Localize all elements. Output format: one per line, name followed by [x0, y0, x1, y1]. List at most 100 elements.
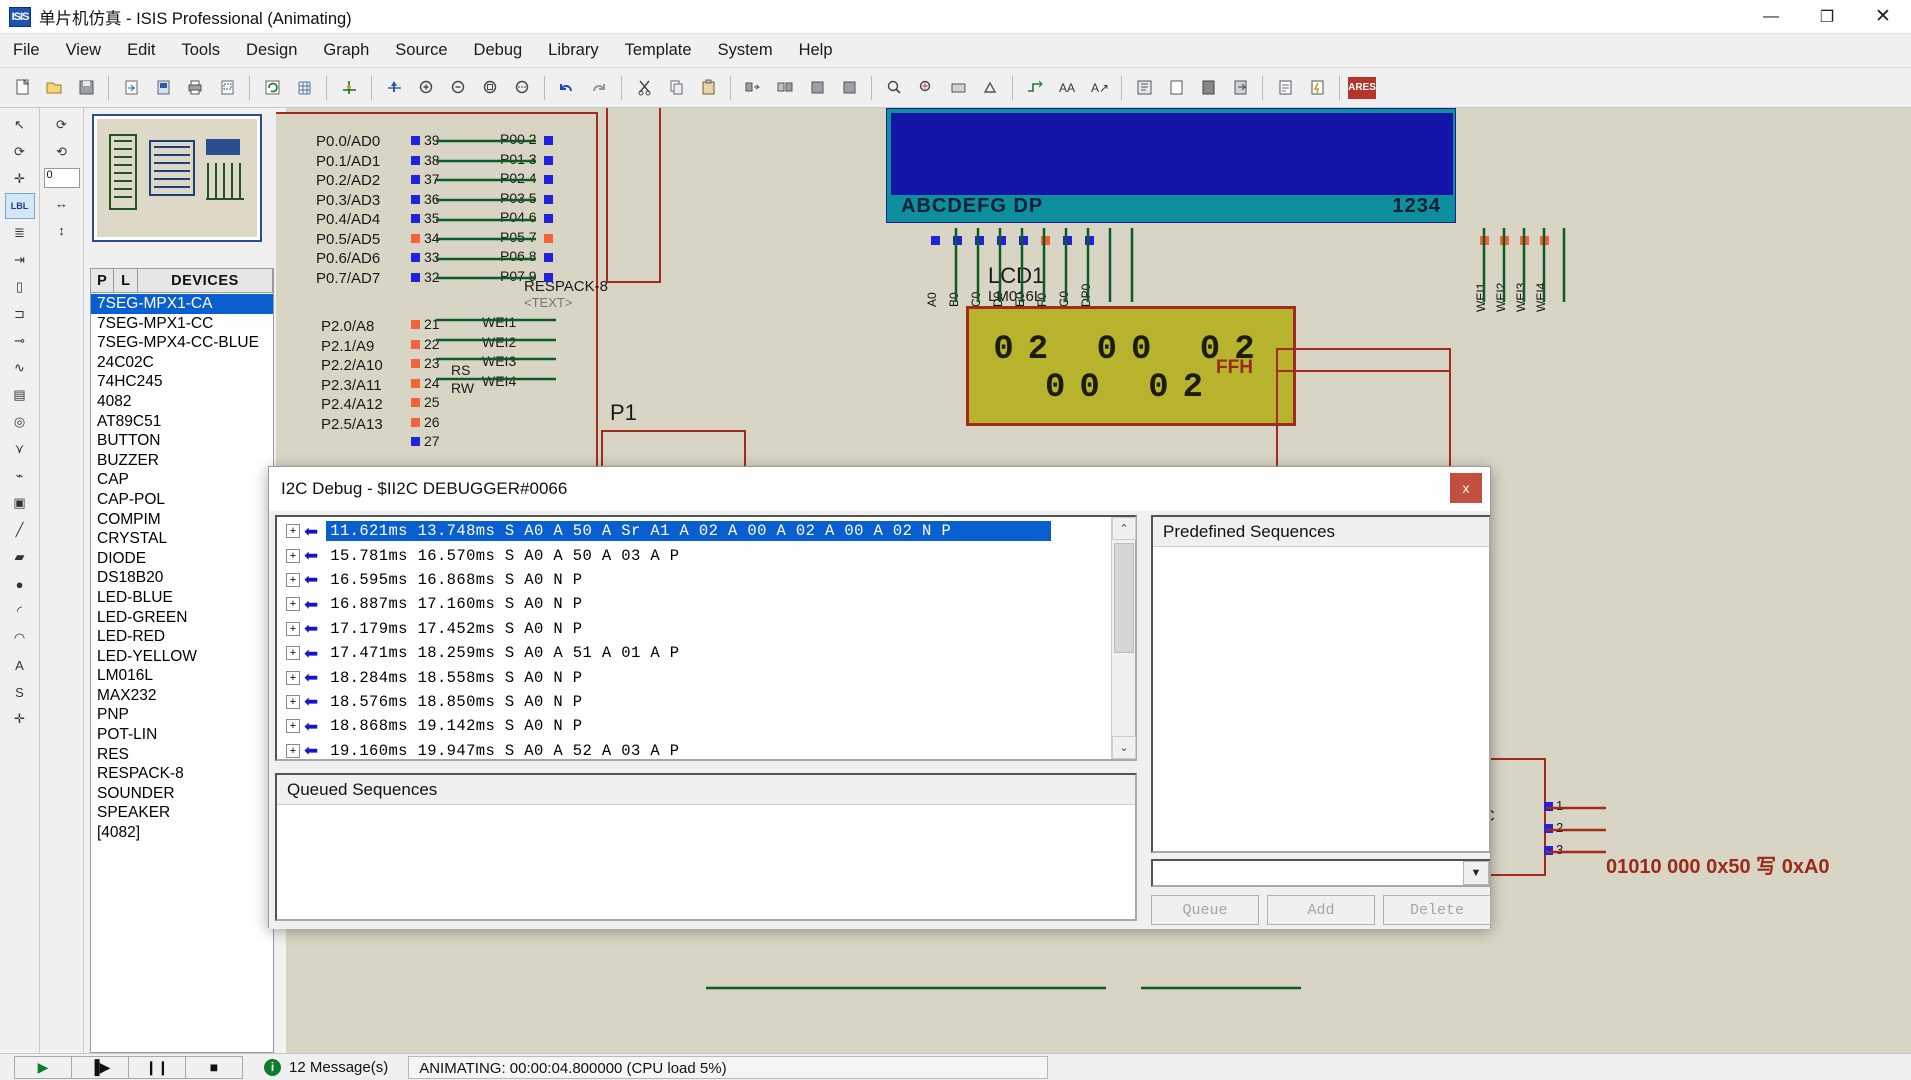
- device-list-item[interactable]: COMPIM: [91, 510, 273, 530]
- i2c-trace-list[interactable]: + ⬅ 11.621ms 13.748ms S A0 A 50 A Sr A1 A …: [277, 519, 1109, 759]
- device-list-item[interactable]: BUZZER: [91, 451, 273, 471]
- close-button[interactable]: ✕: [1855, 0, 1911, 34]
- device-list-item[interactable]: MAX232: [91, 686, 273, 706]
- new-file-icon[interactable]: [7, 73, 37, 103]
- new-sheet-icon[interactable]: [1161, 73, 1191, 103]
- expand-icon[interactable]: +: [286, 524, 300, 539]
- component-mode-icon[interactable]: ⟳: [5, 139, 35, 165]
- step-button[interactable]: ▐▶: [71, 1055, 129, 1079]
- chevron-down-icon[interactable]: ▼: [1463, 861, 1489, 885]
- sequence-combo-box[interactable]: ▼: [1151, 859, 1491, 887]
- stop-button[interactable]: ■: [185, 1055, 243, 1079]
- voltage-probe-icon[interactable]: ⋎: [5, 436, 35, 462]
- messages-indicator[interactable]: i 12 Message(s): [264, 1058, 388, 1076]
- queued-sequences-panel[interactable]: Queued Sequences: [275, 773, 1137, 921]
- expand-icon[interactable]: +: [286, 548, 300, 563]
- save-file-icon[interactable]: [71, 73, 101, 103]
- buses-icon[interactable]: ⇥: [5, 247, 35, 273]
- export-icon[interactable]: [148, 73, 178, 103]
- expand-icon[interactable]: +: [286, 670, 300, 685]
- menu-library[interactable]: Library: [535, 37, 611, 64]
- devices-col-l[interactable]: L: [114, 269, 138, 292]
- selection-mode-icon[interactable]: ↖: [5, 112, 35, 138]
- menu-system[interactable]: System: [705, 37, 786, 64]
- junction-dot-icon[interactable]: ✛: [5, 166, 35, 192]
- dialog-close-button[interactable]: x: [1450, 473, 1482, 503]
- menu-tools[interactable]: Tools: [169, 37, 234, 64]
- menu-help[interactable]: Help: [786, 37, 846, 64]
- zoom-out-icon[interactable]: [443, 73, 473, 103]
- play-button[interactable]: ▶: [14, 1055, 72, 1079]
- i2c-trace-row[interactable]: + ⬅ 18.576ms 18.850ms S A0 N P: [277, 690, 1109, 714]
- block-copy-icon[interactable]: [738, 73, 768, 103]
- trace-vertical-scrollbar[interactable]: ⌃ ⌄: [1111, 517, 1136, 759]
- scroll-down-button[interactable]: ⌄: [1112, 736, 1136, 759]
- paste-icon[interactable]: [693, 73, 723, 103]
- tape-recorder-icon[interactable]: ▤: [5, 382, 35, 408]
- queue-button[interactable]: Queue: [1151, 895, 1259, 925]
- make-device-icon[interactable]: [911, 73, 941, 103]
- device-list-item[interactable]: AT89C51: [91, 412, 273, 432]
- pause-button[interactable]: ❙❙: [128, 1055, 186, 1079]
- device-list-item[interactable]: LED-GREEN: [91, 608, 273, 628]
- zoom-area-icon[interactable]: [475, 73, 505, 103]
- menu-debug[interactable]: Debug: [461, 37, 536, 64]
- redo-icon[interactable]: [584, 73, 614, 103]
- devices-list[interactable]: 7SEG-MPX1-CA 7SEG-MPX1-CC 7SEG-MPX4-CC-BLU…: [91, 293, 273, 1051]
- design-explorer-icon[interactable]: [1129, 73, 1159, 103]
- device-list-item[interactable]: RESPACK-8: [91, 764, 273, 784]
- marker-tool-icon[interactable]: ✛: [5, 706, 35, 732]
- device-list-item[interactable]: RES: [91, 745, 273, 765]
- device-list-item[interactable]: CAP-POL: [91, 490, 273, 510]
- wire-label-icon[interactable]: LBL: [4, 193, 35, 219]
- device-list-item[interactable]: 7SEG-MPX1-CC: [91, 314, 273, 334]
- graph-icon[interactable]: ∿: [5, 355, 35, 381]
- expand-icon[interactable]: +: [286, 646, 300, 661]
- copy-icon[interactable]: [661, 73, 691, 103]
- maximize-button[interactable]: ❐: [1799, 0, 1855, 34]
- open-file-icon[interactable]: [39, 73, 69, 103]
- add-button[interactable]: Add: [1267, 895, 1375, 925]
- device-list-item[interactable]: DS18B20: [91, 568, 273, 588]
- device-list-item[interactable]: BUTTON: [91, 431, 273, 451]
- device-list-item[interactable]: LED-YELLOW: [91, 647, 273, 667]
- i2c-trace-row[interactable]: + ⬅ 18.284ms 18.558ms S A0 N P: [277, 665, 1109, 689]
- pick-device-icon[interactable]: [879, 73, 909, 103]
- origin-icon[interactable]: [334, 73, 364, 103]
- menu-graph[interactable]: Graph: [310, 37, 382, 64]
- delete-button[interactable]: Delete: [1383, 895, 1491, 925]
- device-list-item[interactable]: LED-RED: [91, 627, 273, 647]
- circle-tool-icon[interactable]: ●: [5, 571, 35, 597]
- i2c-trace-panel[interactable]: + ⬅ 11.621ms 13.748ms S A0 A 50 A Sr A1 A …: [275, 515, 1137, 761]
- property-assign-icon[interactable]: A↗: [1084, 73, 1114, 103]
- zoom-all-icon[interactable]: [507, 73, 537, 103]
- devices-col-p[interactable]: P: [91, 269, 114, 292]
- device-list-item[interactable]: SPEAKER: [91, 803, 273, 823]
- block-move-icon[interactable]: [770, 73, 800, 103]
- search-tag-icon[interactable]: AA: [1052, 73, 1082, 103]
- device-list-item[interactable]: DIODE: [91, 549, 273, 569]
- device-list-item[interactable]: 74HC245: [91, 372, 273, 392]
- device-pins-icon[interactable]: ⊸: [5, 328, 35, 354]
- exit-sheet-icon[interactable]: [1225, 73, 1255, 103]
- device-list-item[interactable]: 4082: [91, 392, 273, 412]
- device-list-item[interactable]: CAP: [91, 470, 273, 490]
- remove-sheet-icon[interactable]: [1193, 73, 1223, 103]
- wire-autorouter-icon[interactable]: [1020, 73, 1050, 103]
- i2c-trace-row[interactable]: + ⬅ 11.621ms 13.748ms S A0 A 50 A Sr A1 A …: [277, 519, 1109, 543]
- device-list-item[interactable]: POT-LIN: [91, 725, 273, 745]
- device-list-item[interactable]: [4082]: [91, 823, 273, 843]
- devices-col-title[interactable]: DEVICES: [138, 269, 273, 292]
- i2c-trace-row[interactable]: + ⬅ 17.471ms 18.259ms S A0 A 51 A 01 A P: [277, 641, 1109, 665]
- menu-edit[interactable]: Edit: [114, 37, 168, 64]
- i2c-trace-row[interactable]: + ⬅ 16.595ms 16.868ms S A0 N P: [277, 568, 1109, 592]
- device-list-item[interactable]: LM016L: [91, 666, 273, 686]
- scrollbar-thumb[interactable]: [1114, 543, 1134, 653]
- decompose-icon[interactable]: [975, 73, 1005, 103]
- expand-icon[interactable]: +: [286, 597, 300, 612]
- block-rotate-icon[interactable]: [802, 73, 832, 103]
- menu-template[interactable]: Template: [612, 37, 705, 64]
- i2c-trace-row[interactable]: + ⬅ 17.179ms 17.452ms S A0 N P: [277, 617, 1109, 641]
- device-list-item[interactable]: SOUNDER: [91, 784, 273, 804]
- device-list-item[interactable]: CRYSTAL: [91, 529, 273, 549]
